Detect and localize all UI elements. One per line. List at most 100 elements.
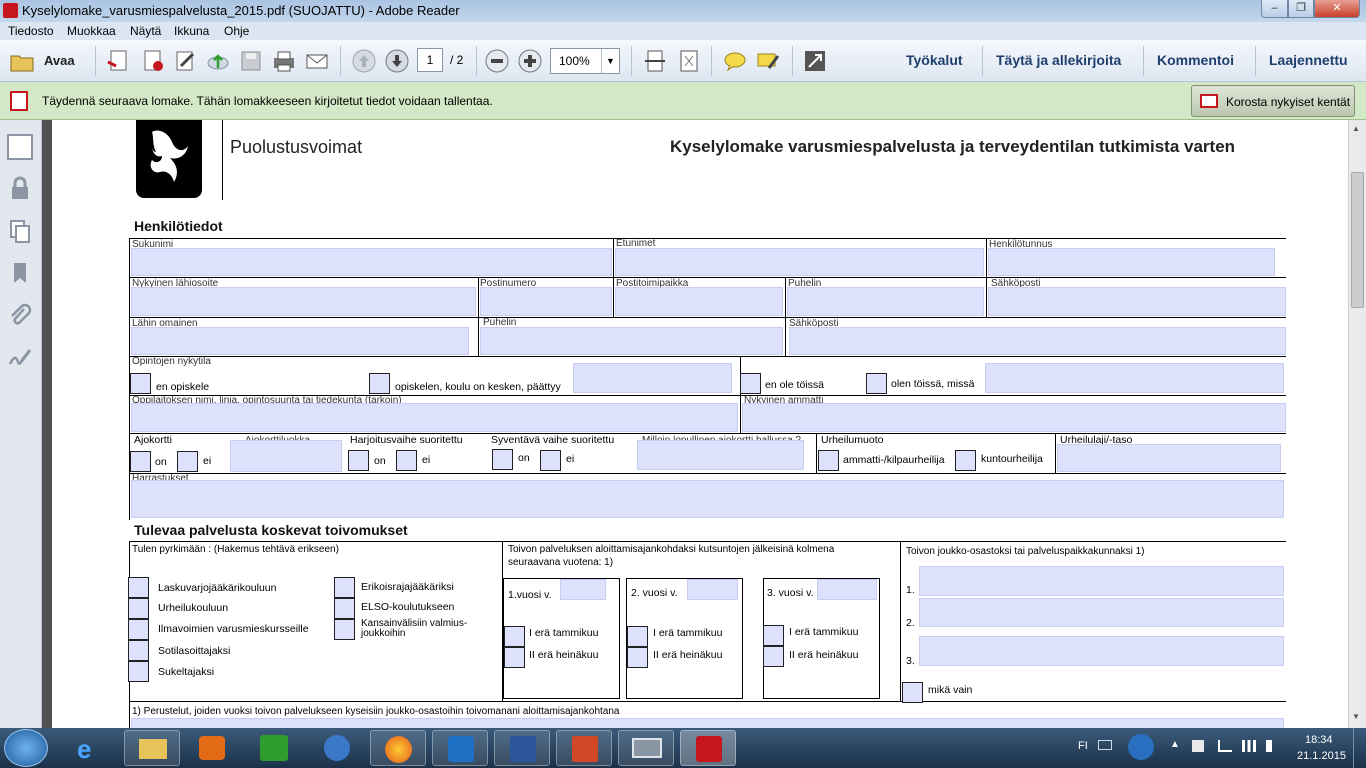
taskbar-explorer[interactable] — [124, 730, 180, 766]
pdf-export-icon[interactable] — [140, 48, 166, 74]
fit-width-icon[interactable] — [642, 48, 668, 74]
omainen-sahkoposti-field[interactable] — [789, 327, 1286, 355]
urheilulaji-field[interactable] — [1057, 444, 1281, 472]
print-icon[interactable] — [271, 48, 297, 74]
keyboard-icon[interactable] — [1098, 740, 1112, 750]
ajokortti-ei-checkbox[interactable] — [177, 451, 198, 472]
layers-icon[interactable] — [7, 218, 33, 244]
page-number-input[interactable]: 1 — [417, 48, 443, 72]
paattyy-field[interactable] — [573, 363, 732, 393]
osoite-field[interactable] — [131, 287, 476, 316]
joukko-1-field[interactable] — [919, 566, 1284, 596]
year-2-era2-checkbox[interactable] — [627, 647, 648, 668]
option-kansainvalinen-checkbox[interactable] — [334, 619, 355, 640]
year-1-era1-checkbox[interactable] — [504, 626, 525, 647]
vertical-scrollbar[interactable]: ▲ ▼ — [1348, 120, 1366, 728]
upload-icon[interactable] — [205, 48, 231, 74]
menu-ikkuna[interactable]: Ikkuna — [174, 24, 209, 38]
joukko-2-field[interactable] — [919, 598, 1284, 627]
maximize-button[interactable]: ❐ — [1288, 0, 1314, 18]
show-desktop-button[interactable] — [1353, 728, 1366, 768]
fit-page-icon[interactable] — [676, 48, 702, 74]
taskbar-network[interactable] — [308, 730, 364, 766]
ajokorttiluokka-field[interactable] — [230, 440, 342, 472]
ammattiurheilija-checkbox[interactable] — [818, 450, 839, 471]
option-soittaja-checkbox[interactable] — [128, 640, 149, 661]
option-laskuvarjo-checkbox[interactable] — [128, 577, 149, 598]
omainen-puhelin-field[interactable] — [480, 327, 783, 355]
previous-page-icon[interactable] — [351, 48, 377, 74]
taskbar-app-green[interactable] — [246, 730, 302, 766]
option-ilmavoimat-checkbox[interactable] — [128, 619, 149, 640]
attachment-icon[interactable] — [7, 302, 33, 328]
menu-ohje[interactable]: Ohje — [224, 24, 249, 38]
menu-muokkaa[interactable]: Muokkaa — [67, 24, 116, 38]
year-3-era2-checkbox[interactable] — [763, 646, 784, 667]
kuntourheilija-checkbox[interactable] — [955, 450, 976, 471]
signal-icon[interactable] — [1242, 740, 1256, 752]
highlight-text-icon[interactable] — [755, 48, 781, 74]
taskbar-firefox[interactable] — [370, 730, 426, 766]
clock-time[interactable]: 18:34 — [1305, 734, 1333, 746]
open-label[interactable]: Avaa — [44, 53, 75, 68]
oppilaitos-field[interactable] — [131, 403, 738, 432]
highlight-fields-button[interactable]: Korosta nykyiset kentät — [1191, 85, 1355, 117]
menu-nayta[interactable]: Näytä — [130, 24, 161, 38]
scroll-thumb[interactable] — [1351, 172, 1364, 308]
joukko-3-field[interactable] — [919, 636, 1284, 666]
scroll-down-arrow[interactable]: ▼ — [1352, 712, 1360, 721]
next-page-icon[interactable] — [384, 48, 410, 74]
harjoitus-ei-checkbox[interactable] — [396, 450, 417, 471]
comment-icon[interactable] — [722, 48, 748, 74]
start-button[interactable] — [4, 729, 48, 767]
year-2-era1-checkbox[interactable] — [627, 626, 648, 647]
en-opiskele-checkbox[interactable] — [130, 373, 151, 394]
en-toissa-checkbox[interactable] — [740, 373, 761, 394]
omainen-field[interactable] — [131, 327, 469, 355]
language-indicator[interactable]: FI — [1078, 740, 1088, 752]
menu-tiedosto[interactable]: Tiedosto — [8, 24, 54, 38]
help-tray-icon[interactable] — [1128, 734, 1154, 760]
ammatti-field[interactable] — [742, 403, 1286, 432]
taskbar-adobe-reader[interactable] — [680, 730, 736, 766]
year-3-field[interactable] — [817, 579, 877, 600]
taskbar-powerpoint[interactable] — [556, 730, 612, 766]
mail-icon[interactable] — [304, 48, 330, 74]
taskbar-ie[interactable]: e — [62, 730, 118, 766]
flag-icon[interactable] — [1192, 740, 1204, 752]
olen-toissa-checkbox[interactable] — [866, 373, 887, 394]
show-hidden-icons[interactable]: ▲ — [1170, 739, 1180, 750]
zoom-out-icon[interactable] — [484, 48, 510, 74]
perustelut-field[interactable] — [131, 718, 1284, 728]
minimize-button[interactable]: – — [1261, 0, 1288, 18]
postitoimipaikka-field[interactable] — [615, 287, 783, 316]
page-thumbnails-icon[interactable] — [7, 134, 33, 160]
folder-icon[interactable] — [9, 49, 35, 75]
scroll-up-arrow[interactable]: ▲ — [1352, 124, 1360, 133]
signature-icon[interactable] — [7, 344, 33, 370]
comment-link[interactable]: Kommentoi — [1157, 52, 1234, 68]
puhelin-field[interactable] — [787, 287, 984, 316]
close-button[interactable]: ✕ — [1314, 0, 1360, 18]
sahkoposti-field[interactable] — [988, 287, 1286, 316]
lock-icon[interactable] — [7, 176, 33, 202]
chevron-down-icon[interactable]: ▼ — [601, 49, 619, 73]
taskbar-remote-desktop[interactable] — [618, 730, 674, 766]
tools-link[interactable]: Työkalut — [906, 52, 963, 68]
zoom-select[interactable]: 100% ▼ — [550, 48, 620, 74]
year-2-field[interactable] — [687, 579, 738, 600]
syventava-on-checkbox[interactable] — [492, 449, 513, 470]
option-erikoisraja-checkbox[interactable] — [334, 577, 355, 598]
taskbar-lync[interactable] — [432, 730, 488, 766]
postinumero-field[interactable] — [480, 287, 612, 316]
year-3-era1-checkbox[interactable] — [763, 625, 784, 646]
create-pdf-icon[interactable] — [106, 48, 132, 74]
taskbar-media[interactable] — [184, 730, 240, 766]
network-tray-icon[interactable] — [1218, 740, 1232, 752]
option-elso-checkbox[interactable] — [334, 598, 355, 619]
year-1-field[interactable] — [560, 579, 606, 600]
fill-sign-link[interactable]: Täytä ja allekirjoita — [996, 52, 1121, 68]
option-sukeltaja-checkbox[interactable] — [128, 661, 149, 682]
clock-date[interactable]: 21.1.2015 — [1297, 750, 1346, 762]
milloin-field[interactable] — [637, 440, 804, 470]
